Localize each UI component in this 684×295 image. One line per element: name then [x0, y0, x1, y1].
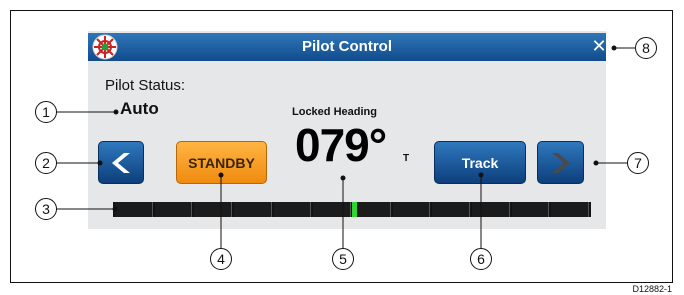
callout-5: 5 — [332, 248, 354, 270]
callout-1: 1 — [35, 101, 57, 123]
figure-code: D12882-1 — [632, 284, 672, 294]
callout-8: 8 — [635, 37, 657, 59]
callout-7: 7 — [627, 152, 649, 174]
callout-4: 4 — [210, 248, 232, 270]
callout-6: 6 — [470, 248, 492, 270]
callout-2: 2 — [35, 152, 57, 174]
callout-3: 3 — [35, 198, 57, 220]
